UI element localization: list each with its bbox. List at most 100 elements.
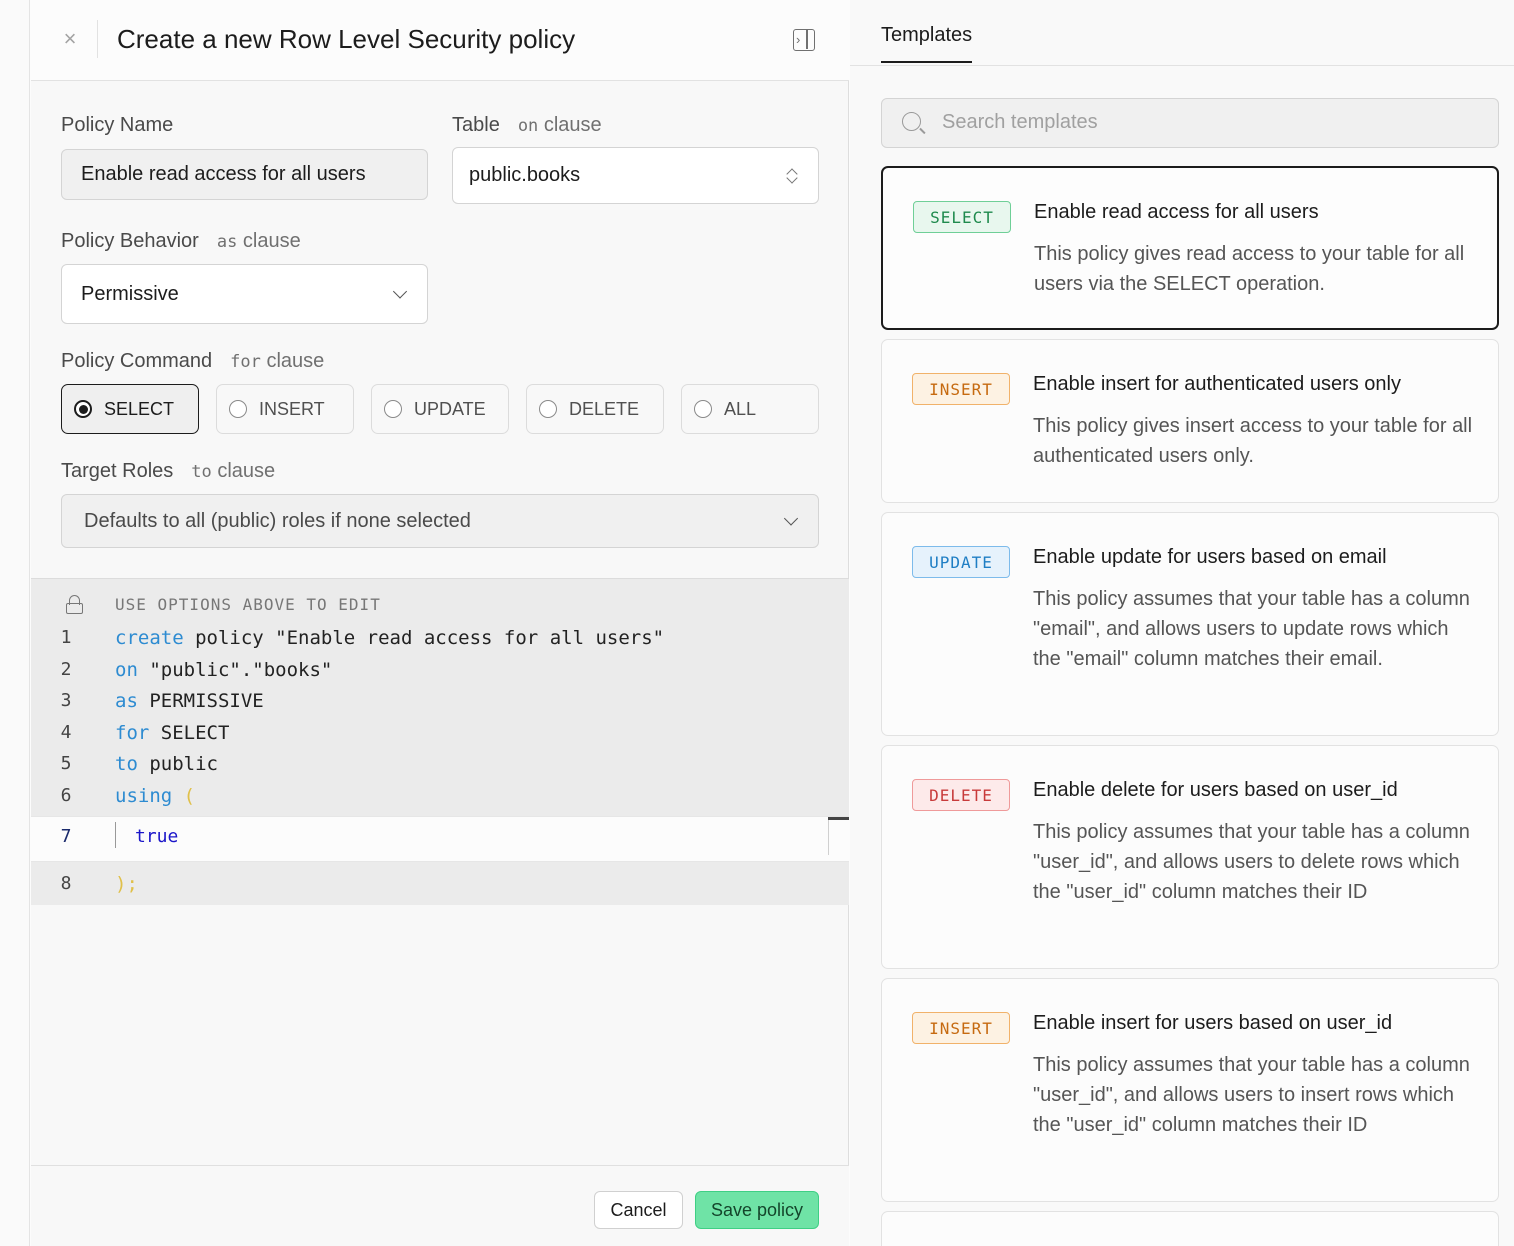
radio-unchecked-icon: [694, 400, 712, 418]
table-label-text: Table: [452, 114, 500, 136]
command-badge: UPDATE: [912, 546, 1010, 578]
code-line: for SELECT: [115, 722, 229, 744]
tab-templates[interactable]: Templates: [881, 24, 973, 63]
templates-panel: Templates Search templates SELECT Enable…: [850, 0, 1514, 1246]
search-icon: [902, 112, 921, 131]
code-text: policy "Enable read access for all users…: [183, 627, 665, 649]
command-option-select[interactable]: SELECT: [61, 384, 199, 434]
code-keyword: for: [115, 722, 150, 744]
code-line: create policy "Enable read access for al…: [115, 627, 664, 649]
template-card[interactable]: INSERT Enable insert for authenticated u…: [881, 339, 1499, 503]
command-option-label: INSERT: [259, 398, 325, 419]
active-code-line[interactable]: 7 true: [31, 816, 849, 862]
table-select[interactable]: public.books: [452, 147, 819, 204]
chevron-up-down-icon: [786, 167, 798, 185]
line-number: 5: [60, 753, 72, 774]
code-keyword: create: [115, 627, 184, 649]
line-number: 4: [60, 722, 72, 743]
page-title: Create a new Row Level Security policy: [117, 24, 576, 54]
behavior-label-text: Policy Behavior: [61, 230, 199, 252]
cancel-button[interactable]: Cancel: [594, 1191, 683, 1229]
template-card[interactable]: UPDATE Enable update for users based on …: [881, 512, 1499, 736]
code-line: );: [115, 873, 138, 895]
template-card-partial[interactable]: [881, 1211, 1499, 1246]
command-badge: DELETE: [912, 779, 1010, 811]
radio-unchecked-icon: [229, 400, 247, 418]
template-title: Enable delete for users based on user_id: [1033, 779, 1398, 801]
roles-placeholder: Defaults to all (public) roles if none s…: [84, 509, 471, 532]
command-badge: SELECT: [913, 201, 1011, 233]
text-caret: [115, 822, 116, 848]
behavior-select[interactable]: Permissive: [61, 264, 428, 324]
chevron-down-icon: [392, 284, 408, 299]
template-card[interactable]: DELETE Enable delete for users based on …: [881, 745, 1499, 969]
template-title: Enable insert for users based on user_id: [1033, 1012, 1393, 1034]
command-option-insert[interactable]: INSERT: [216, 384, 354, 434]
table-suffix: clause: [543, 114, 602, 136]
chevron-down-icon: [783, 511, 799, 526]
radio-unchecked-icon: [384, 400, 402, 418]
code-text: "public"."books": [137, 659, 333, 681]
template-title: Enable read access for all users: [1034, 201, 1319, 223]
template-description: This policy assumes that your table has …: [1033, 821, 1470, 903]
code-keyword: to: [115, 753, 138, 775]
command-option-update[interactable]: UPDATE: [371, 384, 509, 434]
behavior-value: Permissive: [81, 282, 179, 305]
panel-header: × Create a new Row Level Security policy…: [31, 0, 849, 81]
editor-hint: USE OPTIONS ABOVE TO EDIT: [115, 595, 381, 614]
line-number: 6: [60, 785, 72, 806]
behavior-label: Policy Behavior as clause: [61, 230, 301, 253]
template-description: This policy gives insert access to your …: [1033, 415, 1473, 467]
table-label: Table on clause: [452, 114, 602, 137]
code-line: using (: [115, 785, 195, 807]
line-number: 7: [60, 826, 72, 847]
code-text: public: [137, 753, 218, 775]
line-number: 2: [60, 659, 72, 680]
code-text: SELECT: [149, 722, 230, 744]
code-text: PERMISSIVE: [137, 690, 264, 712]
command-option-label: SELECT: [104, 398, 175, 419]
code-keyword: using: [115, 785, 173, 807]
line-number: 1: [60, 627, 72, 648]
editor-scroll-marker: [828, 817, 849, 820]
code-line: to public: [115, 753, 218, 775]
line-number: 3: [60, 690, 72, 711]
search-placeholder: Search templates: [942, 111, 1098, 133]
header-divider: [97, 20, 98, 58]
template-card[interactable]: SELECT Enable read access for all users …: [881, 166, 1499, 330]
policy-name-label-text: Policy Name: [61, 114, 174, 136]
line-number: 8: [60, 873, 72, 894]
code-keyword: as: [115, 690, 138, 712]
roles-keyword: to: [191, 462, 212, 482]
radio-unchecked-icon: [539, 400, 557, 418]
roles-label-text: Target Roles: [61, 460, 174, 482]
command-option-label: DELETE: [569, 398, 640, 419]
code-line: as PERMISSIVE: [115, 690, 264, 712]
command-label-text: Policy Command: [61, 350, 213, 372]
panel-toggle-icon[interactable]: ›: [793, 29, 815, 51]
code-text: (: [172, 785, 196, 807]
template-card[interactable]: INSERT Enable insert for users based on …: [881, 978, 1499, 1202]
command-option-delete[interactable]: DELETE: [526, 384, 664, 434]
code-keyword: on: [115, 659, 138, 681]
template-description: This policy assumes that your table has …: [1033, 1054, 1470, 1136]
sql-editor[interactable]: USE OPTIONS ABOVE TO EDIT 1 create polic…: [31, 578, 849, 905]
command-option-label: ALL: [724, 398, 757, 419]
command-badge: INSERT: [912, 1012, 1010, 1044]
close-icon[interactable]: ×: [55, 24, 85, 54]
table-value: public.books: [469, 164, 581, 186]
command-badge: INSERT: [912, 373, 1010, 405]
table-keyword: on: [517, 116, 539, 136]
command-option-all[interactable]: ALL: [681, 384, 819, 434]
left-gutter: [0, 0, 30, 1246]
search-input[interactable]: Search templates: [881, 98, 1499, 148]
policy-editor-panel: × Create a new Row Level Security policy…: [31, 0, 849, 1246]
code-line: on "public"."books": [115, 659, 332, 681]
template-description: This policy gives read access to your ta…: [1034, 243, 1465, 295]
save-policy-button[interactable]: Save policy: [695, 1191, 819, 1229]
template-title: Enable update for users based on email: [1033, 546, 1387, 568]
roles-select[interactable]: Defaults to all (public) roles if none s…: [61, 494, 819, 548]
behavior-keyword: as: [216, 232, 238, 252]
editor-scroll-track: [828, 820, 829, 855]
policy-name-input[interactable]: Enable read access for all users: [61, 149, 428, 200]
